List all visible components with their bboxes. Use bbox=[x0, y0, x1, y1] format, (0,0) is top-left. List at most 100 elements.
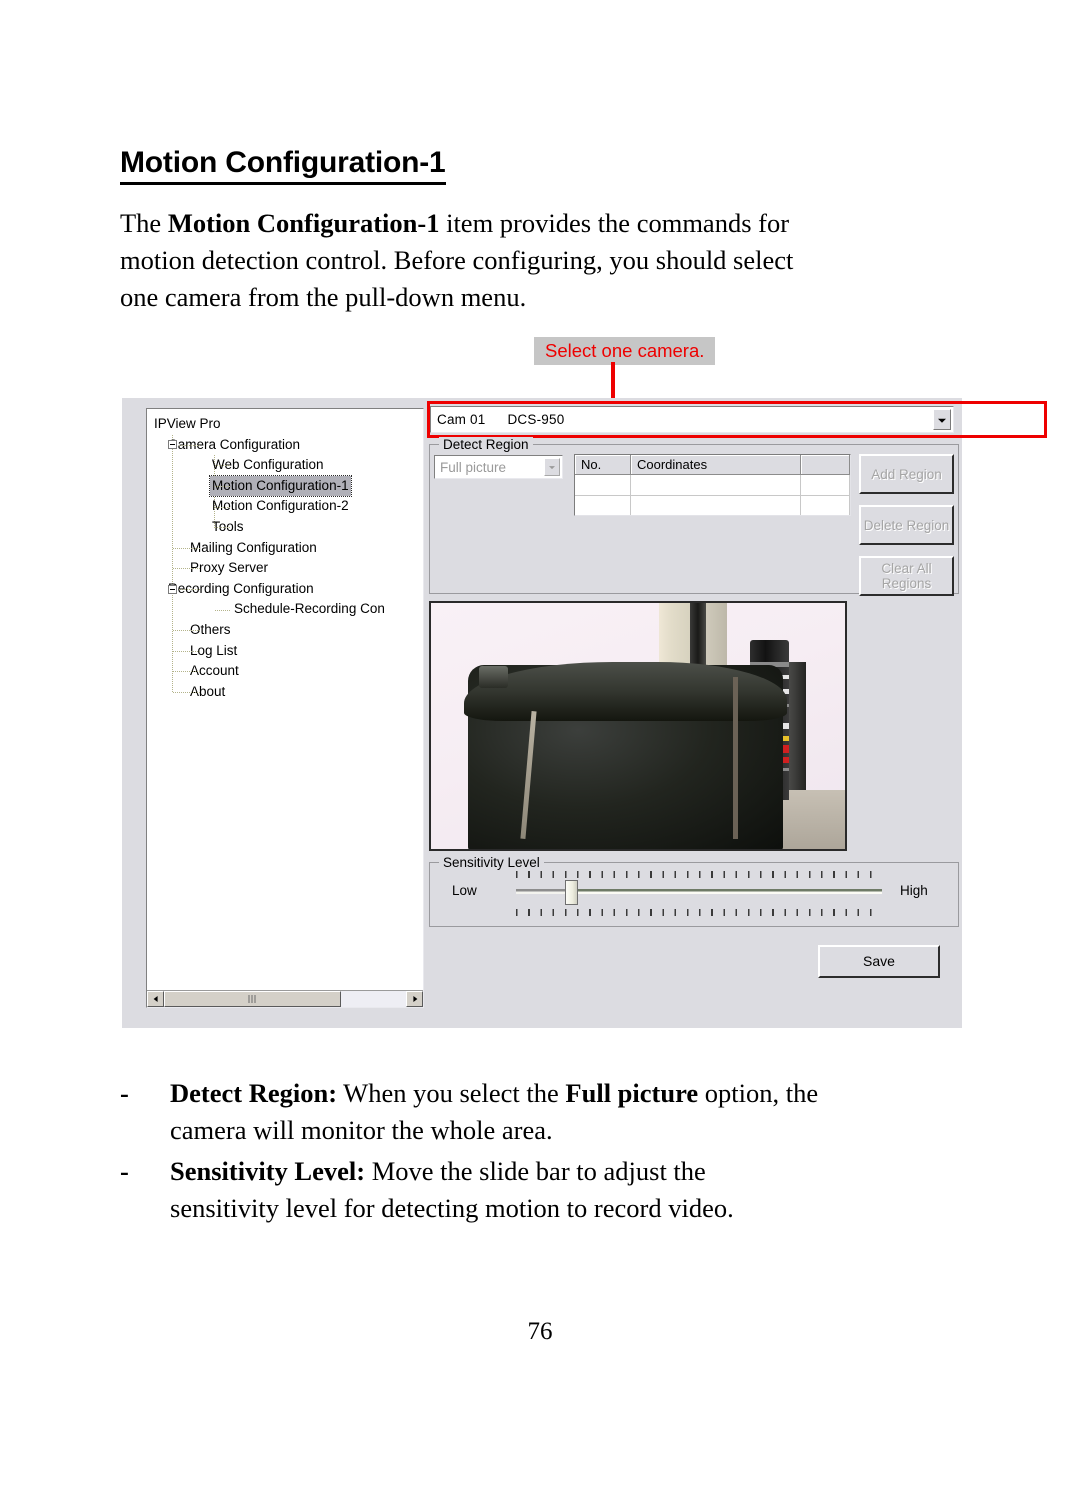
chevron-down-icon[interactable] bbox=[544, 458, 560, 476]
bullet-dash: - bbox=[120, 1078, 129, 1108]
table-cell bbox=[801, 475, 850, 495]
navigation-tree-panel[interactable]: IPView Pro Camera Configuration Web Conf… bbox=[146, 408, 424, 1008]
sidebar-item-recording-configuration[interactable]: Recording Configuration bbox=[152, 579, 423, 600]
intro-paragraph: The Motion Configuration-1 item provides… bbox=[120, 205, 965, 316]
sensitivity-low-label: Low bbox=[452, 883, 477, 898]
clear-all-regions-line2: Regions bbox=[881, 576, 932, 591]
slider-ticks-bottom bbox=[516, 909, 882, 916]
detect-region-mode-dropdown[interactable]: Full picture bbox=[434, 455, 563, 479]
bullet-text-pre: Move the slide bar to adjust the bbox=[365, 1156, 706, 1186]
sensitivity-slider[interactable] bbox=[516, 869, 882, 919]
bullet-bold-label: Detect Region: bbox=[170, 1078, 338, 1108]
detect-region-group-title: Detect Region bbox=[439, 437, 533, 452]
slider-thumb[interactable] bbox=[565, 880, 579, 905]
sidebar-item-schedule-recording-configuration[interactable]: Schedule-Recording Con bbox=[152, 599, 423, 620]
sidebar-item-web-configuration[interactable]: Web Configuration bbox=[152, 455, 423, 476]
table-cell bbox=[801, 496, 850, 515]
sidebar-item-motion-configuration-1[interactable]: Motion Configuration-1 bbox=[152, 474, 423, 498]
intro-line1-post: item provides the commands for bbox=[439, 208, 790, 238]
bullet-sensitivity-level: - Sensitivity Level: Move the slide bar … bbox=[120, 1153, 965, 1227]
bullet-bold-label: Sensitivity Level: bbox=[170, 1156, 366, 1186]
callout-text: Select one camera. bbox=[545, 340, 705, 361]
bullet-list: - Detect Region: When you select the Ful… bbox=[120, 1075, 965, 1231]
tree-connector-dots bbox=[173, 630, 201, 632]
sensitivity-level-group-title: Sensitivity Level bbox=[439, 855, 544, 870]
tree-connector-dots bbox=[215, 486, 231, 488]
tree-connector-dots bbox=[215, 465, 231, 467]
arrow-right-icon[interactable] bbox=[406, 991, 423, 1007]
tree-item-label: Mailing Configuration bbox=[190, 539, 317, 555]
bullet-line2: sensitivity level for detecting motion t… bbox=[170, 1193, 734, 1223]
sidebar-item-motion-configuration-2[interactable]: Motion Configuration-2 bbox=[152, 496, 423, 517]
intro-line1-bold: Motion Configuration-1 bbox=[167, 208, 440, 238]
camera-preview[interactable] bbox=[429, 601, 847, 851]
regions-table[interactable]: No. Coordinates bbox=[574, 454, 851, 516]
tree-item-label: IPView Pro bbox=[154, 416, 221, 431]
scrollbar-thumb[interactable] bbox=[164, 991, 341, 1007]
column-header-extra[interactable] bbox=[801, 455, 850, 475]
detect-region-mode-value: Full picture bbox=[440, 459, 507, 475]
tree-connector-dots bbox=[179, 589, 201, 591]
tree-connector-dots bbox=[173, 692, 201, 694]
tree-horizontal-scrollbar[interactable] bbox=[147, 990, 423, 1007]
tree-item-label: Motion Configuration-2 bbox=[212, 498, 349, 514]
tree-root[interactable]: IPView Pro bbox=[152, 414, 423, 435]
navigation-tree: IPView Pro Camera Configuration Web Conf… bbox=[152, 414, 423, 702]
sidebar-item-camera-configuration[interactable]: Camera Configuration bbox=[152, 435, 423, 456]
table-cell bbox=[575, 475, 631, 495]
tree-connector-dots bbox=[215, 506, 231, 508]
sidebar-item-proxy-server[interactable]: Proxy Server bbox=[152, 558, 423, 579]
page-number: 76 bbox=[527, 1318, 553, 1345]
expander-minus-icon[interactable] bbox=[168, 584, 177, 594]
sidebar-item-mailing-configuration[interactable]: Mailing Configuration bbox=[152, 538, 423, 559]
bullet-text: Detect Region: When you select the Full … bbox=[170, 1075, 965, 1149]
tree-connector-dots bbox=[173, 568, 201, 570]
tree-item-label: Schedule-Recording Con bbox=[234, 601, 385, 617]
page-title-text: Motion Configuration-1 bbox=[120, 146, 446, 185]
save-button[interactable]: Save bbox=[818, 945, 940, 978]
intro-line2: motion detection control. Before configu… bbox=[120, 245, 794, 275]
delete-region-button[interactable]: Delete Region bbox=[859, 505, 954, 545]
callout-select-one-camera: Select one camera. bbox=[534, 337, 716, 366]
tree-connector-dots bbox=[215, 609, 231, 611]
tree-item-label: Motion Configuration-1 bbox=[209, 474, 352, 498]
bullet-detect-region: - Detect Region: When you select the Ful… bbox=[120, 1075, 965, 1149]
bullet-dash: - bbox=[120, 1156, 129, 1186]
slider-track-filled bbox=[567, 889, 882, 894]
column-header-no[interactable]: No. bbox=[575, 455, 631, 475]
page-title: Motion Configuration-1 bbox=[120, 146, 960, 185]
tree-connector-dots bbox=[173, 547, 201, 549]
expander-minus-icon[interactable] bbox=[168, 440, 177, 450]
camera-select-dropdown[interactable]: Cam 01 DCS-950 bbox=[430, 406, 954, 433]
sidebar-item-account[interactable]: Account bbox=[152, 661, 423, 682]
bullet-text-pre: When you select the bbox=[337, 1078, 566, 1108]
slider-ticks-top bbox=[516, 871, 882, 878]
camera-select-model: DCS-950 bbox=[507, 412, 565, 427]
tree-connector-dots bbox=[173, 650, 201, 652]
sidebar-item-others[interactable]: Others bbox=[152, 620, 423, 641]
tree-connector-dots bbox=[215, 527, 231, 529]
ipview-pro-dialog: IPView Pro Camera Configuration Web Conf… bbox=[122, 398, 1047, 1028]
table-row[interactable] bbox=[575, 496, 850, 515]
arrow-left-icon[interactable] bbox=[147, 991, 164, 1007]
add-region-button[interactable]: Add Region bbox=[859, 454, 954, 494]
camera-select-cam: Cam 01 bbox=[437, 412, 486, 427]
sensitivity-high-label: High bbox=[900, 883, 928, 898]
clear-all-regions-button[interactable]: Clear All Regions bbox=[859, 556, 954, 596]
intro-line3: one camera from the pull-down menu. bbox=[120, 282, 527, 312]
table-cell bbox=[631, 496, 801, 515]
bullet-text: Sensitivity Level: Move the slide bar to… bbox=[170, 1153, 965, 1227]
tree-connector-dots bbox=[179, 444, 201, 446]
sidebar-item-tools[interactable]: Tools bbox=[152, 517, 423, 538]
table-row[interactable] bbox=[575, 475, 850, 496]
sidebar-item-about[interactable]: About bbox=[152, 682, 423, 703]
scrollbar-track[interactable] bbox=[164, 991, 406, 1007]
sensitivity-level-group: Sensitivity Level Low High bbox=[429, 855, 959, 927]
column-header-coordinates[interactable]: Coordinates bbox=[631, 455, 801, 475]
sidebar-item-log-list[interactable]: Log List bbox=[152, 641, 423, 662]
camera-select-value: Cam 01 DCS-950 bbox=[431, 412, 564, 427]
intro-line1-pre: The bbox=[120, 208, 168, 238]
bullet-bold-inline: Full picture bbox=[565, 1078, 699, 1108]
chevron-down-icon[interactable] bbox=[933, 409, 951, 430]
clear-all-regions-line1: Clear All bbox=[881, 561, 932, 576]
